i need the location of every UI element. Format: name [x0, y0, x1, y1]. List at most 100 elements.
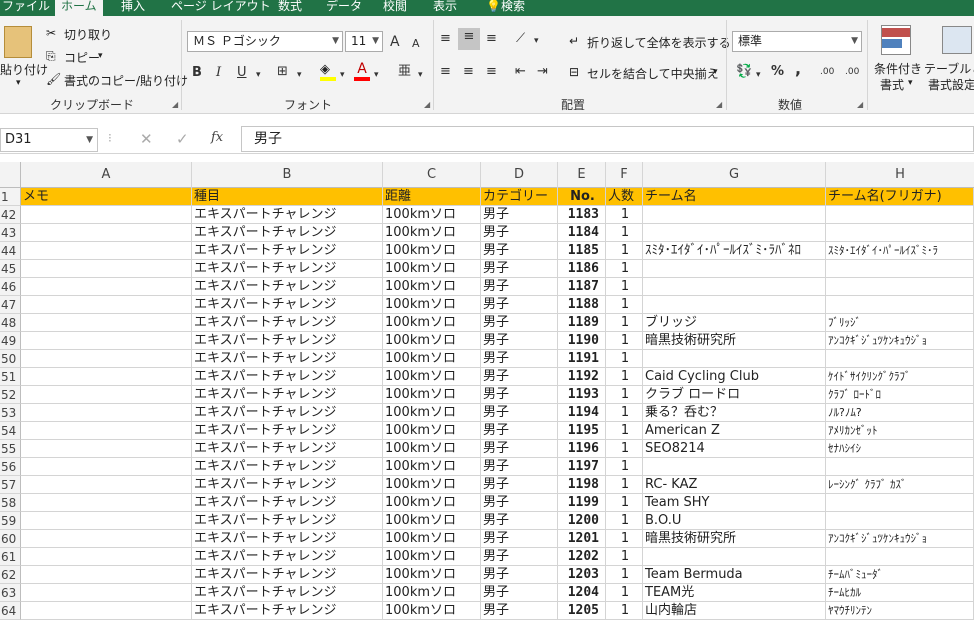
header-cell-distance[interactable]: 距離	[383, 188, 481, 206]
header-cell-count[interactable]: 人数	[606, 188, 643, 206]
font-size-combo[interactable]: 11 ▼	[345, 31, 383, 52]
cell-dist[interactable]: 100kmソロ	[383, 260, 481, 278]
cell-event[interactable]: エキスパートチャレンジ	[192, 566, 383, 584]
cell-kana[interactable]	[826, 548, 974, 566]
cell-cat[interactable]: 男子	[481, 458, 558, 476]
format-painter-button[interactable]: 書式のコピー/貼り付け	[64, 72, 188, 89]
tab-page-layout[interactable]: ページ レイアウト	[171, 0, 271, 16]
cell-kana[interactable]	[826, 458, 974, 476]
cell-memo[interactable]	[21, 584, 192, 602]
clipboard-launcher-icon[interactable]: ◢	[172, 100, 178, 109]
cell-memo[interactable]	[21, 494, 192, 512]
cell-memo[interactable]	[21, 296, 192, 314]
wrap-text-button[interactable]: 折り返して全体を表示する	[587, 34, 731, 51]
row-number[interactable]: 44	[0, 242, 21, 260]
cell-memo[interactable]	[21, 260, 192, 278]
row-number[interactable]: 64	[0, 602, 21, 620]
cell-dist[interactable]: 100kmソロ	[383, 548, 481, 566]
cell-num[interactable]: 1	[606, 584, 643, 602]
format-as-table-button[interactable]: テーブルとし	[924, 60, 974, 77]
italic-button[interactable]: I	[216, 64, 221, 82]
cell-num[interactable]: 1	[606, 332, 643, 350]
align-top-icon[interactable]: ≡	[440, 30, 451, 48]
row-number[interactable]: 42	[0, 206, 21, 224]
row-number[interactable]: 52	[0, 386, 21, 404]
cell-cat[interactable]: 男子	[481, 530, 558, 548]
cell-num[interactable]: 1	[606, 512, 643, 530]
orientation-icon[interactable]: ⟋	[516, 30, 525, 48]
cell-num[interactable]: 1	[606, 350, 643, 368]
fill-dropdown-icon[interactable]: ▾	[340, 66, 345, 84]
font-name-combo[interactable]: ＭＳ Ｐゴシック ▼	[187, 31, 343, 52]
cell-cat[interactable]: 男子	[481, 242, 558, 260]
cell-dist[interactable]: 100kmソロ	[383, 602, 481, 620]
cell-no[interactable]: 1188	[558, 296, 606, 314]
cell-team[interactable]: 山内輪店	[643, 602, 826, 620]
cell-team[interactable]	[643, 278, 826, 296]
cell-team[interactable]: クラブ ロードロ	[643, 386, 826, 404]
cell-no[interactable]: 1203	[558, 566, 606, 584]
cell-kana[interactable]: ｾﾅﾊｼｲｼ	[826, 440, 974, 458]
header-cell-team-kana[interactable]: チーム名(フリガナ)	[826, 188, 974, 206]
cell-dist[interactable]: 100kmソロ	[383, 584, 481, 602]
tab-data[interactable]: データ	[326, 0, 362, 16]
row-number[interactable]: 47	[0, 296, 21, 314]
row-number[interactable]: 43	[0, 224, 21, 242]
cell-cat[interactable]: 男子	[481, 404, 558, 422]
cell-no[interactable]: 1197	[558, 458, 606, 476]
percent-button[interactable]: %	[771, 63, 784, 81]
cell-cat[interactable]: 男子	[481, 260, 558, 278]
cell-team[interactable]	[643, 296, 826, 314]
cell-event[interactable]: エキスパートチャレンジ	[192, 404, 383, 422]
cell-num[interactable]: 1	[606, 260, 643, 278]
cell-no[interactable]: 1200	[558, 512, 606, 530]
row-number[interactable]: 55	[0, 440, 21, 458]
cell-team[interactable]: 乗る？呑む？	[643, 404, 826, 422]
cell-dist[interactable]: 100kmソロ	[383, 224, 481, 242]
cell-event[interactable]: エキスパートチャレンジ	[192, 314, 383, 332]
cell-cat[interactable]: 男子	[481, 314, 558, 332]
cell-cat[interactable]: 男子	[481, 278, 558, 296]
cell-memo[interactable]	[21, 332, 192, 350]
cell-kana[interactable]: ｱﾝｺｸｷﾞｼﾞｭﾂｹﾝｷｭｳｼﾞｮ	[826, 530, 974, 548]
merge-center-button[interactable]: セルを結合して中央揃え	[587, 65, 719, 82]
cell-event[interactable]: エキスパートチャレンジ	[192, 350, 383, 368]
cell-kana[interactable]	[826, 296, 974, 314]
grow-font-button[interactable]: A	[390, 33, 400, 51]
column-header-c[interactable]: C	[383, 162, 481, 188]
align-center-icon[interactable]: ≡	[463, 63, 474, 81]
comma-button[interactable]: ,	[795, 60, 801, 78]
cell-kana[interactable]: ﾉﾙ?ﾉﾑ?	[826, 404, 974, 422]
cell-no[interactable]: 1196	[558, 440, 606, 458]
cell-dist[interactable]: 100kmソロ	[383, 566, 481, 584]
name-box[interactable]: D31 ▼	[0, 128, 98, 152]
column-header-g[interactable]: G	[643, 162, 826, 188]
cell-no[interactable]: 1202	[558, 548, 606, 566]
cell-event[interactable]: エキスパートチャレンジ	[192, 206, 383, 224]
row-number[interactable]: 54	[0, 422, 21, 440]
bold-button[interactable]: B	[192, 64, 202, 82]
cell-dist[interactable]: 100kmソロ	[383, 350, 481, 368]
cell-dist[interactable]: 100kmソロ	[383, 314, 481, 332]
cell-num[interactable]: 1	[606, 278, 643, 296]
cell-memo[interactable]	[21, 242, 192, 260]
row-number[interactable]: 46	[0, 278, 21, 296]
cell-cat[interactable]: 男子	[481, 602, 558, 620]
cell-cat[interactable]: 男子	[481, 548, 558, 566]
font-launcher-icon[interactable]: ◢	[424, 100, 430, 109]
number-launcher-icon[interactable]: ◢	[857, 100, 863, 109]
cell-event[interactable]: エキスパートチャレンジ	[192, 494, 383, 512]
cell-event[interactable]: エキスパートチャレンジ	[192, 440, 383, 458]
cell-event[interactable]: エキスパートチャレンジ	[192, 548, 383, 566]
header-cell-event[interactable]: 種目	[192, 188, 383, 206]
cell-memo[interactable]	[21, 512, 192, 530]
cell-memo[interactable]	[21, 224, 192, 242]
format-as-table-label2[interactable]: 書式設定	[928, 76, 974, 93]
tab-view[interactable]: 表示	[433, 0, 457, 16]
cell-kana[interactable]: ﾌﾞﾘｯｼﾞ	[826, 314, 974, 332]
cell-dist[interactable]: 100kmソロ	[383, 206, 481, 224]
cell-team[interactable]	[643, 260, 826, 278]
cell-event[interactable]: エキスパートチャレンジ	[192, 386, 383, 404]
merge-dropdown-icon[interactable]: ▾	[713, 67, 718, 77]
row-number[interactable]: 61	[0, 548, 21, 566]
